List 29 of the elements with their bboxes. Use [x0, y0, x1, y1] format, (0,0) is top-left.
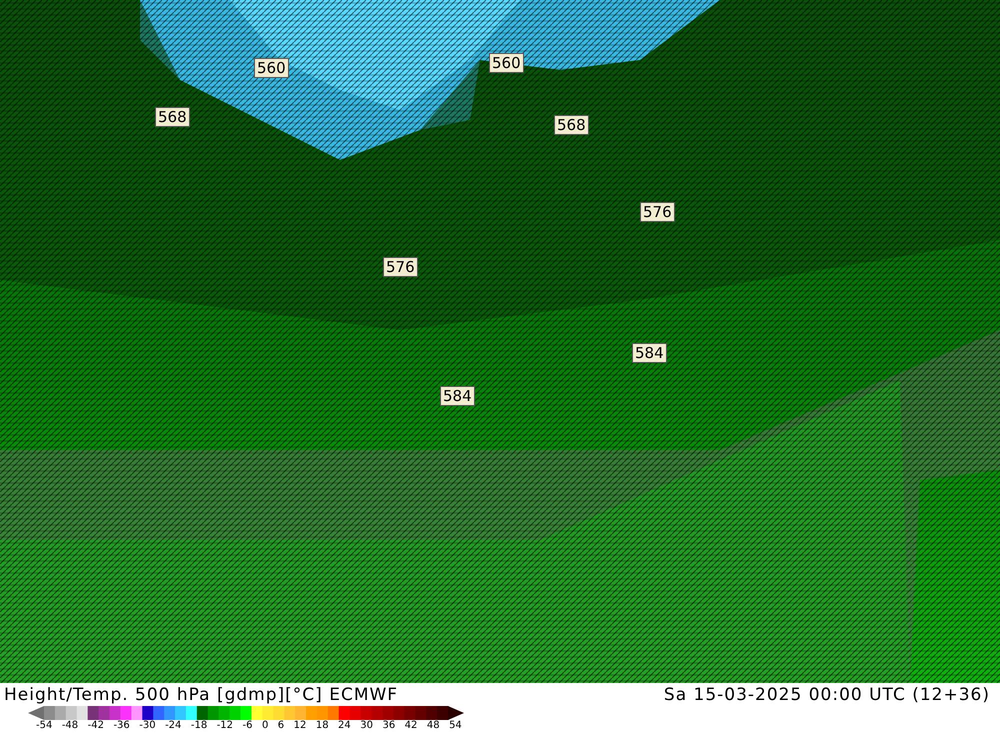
- scale-tick-label: -42: [88, 720, 104, 732]
- scale-tick-label: -36: [113, 720, 130, 732]
- scale-tick-label: -6: [242, 720, 252, 732]
- scale-tick-label: 6: [278, 720, 284, 732]
- scale-tick-label: -48: [62, 720, 78, 732]
- scale-tick-label: -12: [216, 720, 234, 732]
- scale-tick-label: -30: [139, 720, 156, 732]
- contour-label: 576: [640, 202, 675, 222]
- scale-tick-label: 12: [294, 720, 306, 732]
- scale-tick-label: 30: [360, 720, 373, 732]
- scale-tick-label: 54: [449, 720, 462, 732]
- contour-label: 568: [155, 107, 190, 127]
- scale-tick-label: 0: [262, 720, 268, 732]
- scale-tick-label: -54: [36, 720, 52, 732]
- map-datetime: Sa 15-03-2025 00:00 UTC (12+36): [664, 684, 990, 706]
- scale-tick-label: -24: [165, 720, 182, 732]
- scale-tick-label: 42: [404, 720, 418, 732]
- scale-tick-label: 48: [426, 720, 440, 732]
- contour-label: 576: [383, 257, 418, 277]
- contour-label: 560: [254, 58, 289, 78]
- scale-tick-label: -18: [190, 720, 208, 732]
- map-title: Height/Temp. 500 hPa [gdmp][°C] ECMWF: [4, 684, 398, 706]
- scale-tick-label: 24: [338, 720, 351, 732]
- contour-label: 560: [489, 53, 524, 73]
- scale-tick-label: 18: [316, 720, 329, 732]
- contour-label: 584: [632, 343, 667, 363]
- contour-label: 568: [554, 115, 589, 135]
- scale-tick-label: 36: [382, 720, 396, 732]
- contour-label: 584: [440, 386, 475, 406]
